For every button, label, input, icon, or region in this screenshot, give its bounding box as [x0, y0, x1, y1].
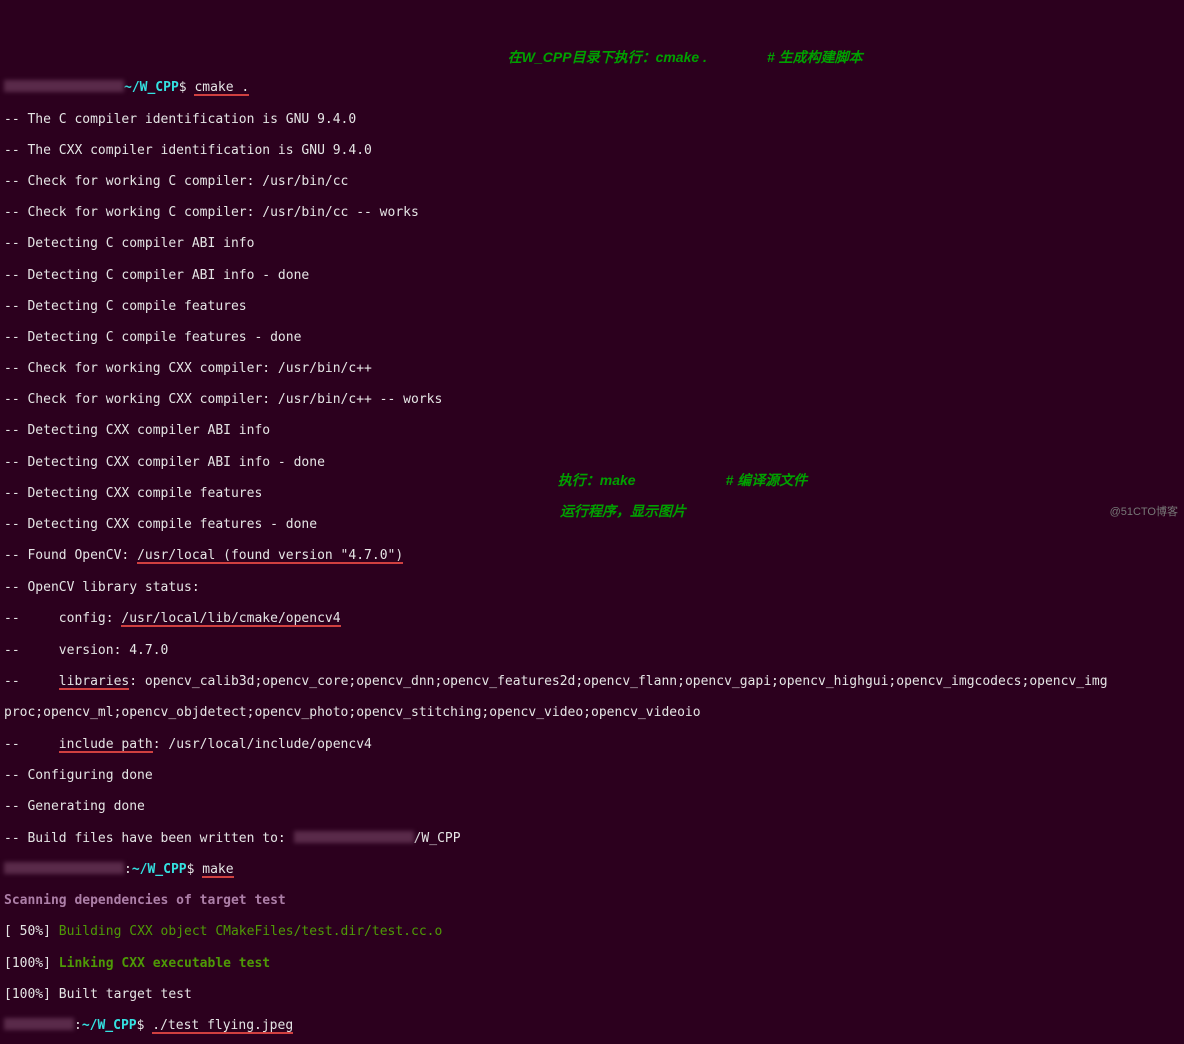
output-line: -- Found OpenCV: /usr/local (found versi… — [4, 548, 1180, 564]
blurred-user-host: xxxxxxx — [4, 1018, 74, 1030]
make-link-line: [100%] Linking CXX executable test — [4, 956, 1180, 972]
blurred-user-host: xxxxxxxxxxxx — [4, 862, 124, 874]
make-built-line: [100%] Built target test — [4, 987, 1180, 1003]
output-line: -- Detecting C compile features — [4, 299, 1180, 315]
prompt-path: ~/W_CPP — [132, 862, 187, 877]
command-make[interactable]: make — [202, 863, 233, 878]
output-line: -- Check for working C compiler: /usr/bi… — [4, 205, 1180, 221]
output-line: -- Check for working CXX compiler: /usr/… — [4, 361, 1180, 377]
output-line: -- The CXX compiler identification is GN… — [4, 143, 1180, 159]
terminal-output: xxxxxxxxxxxx~/W_CPP$ cmake . -- The C co… — [0, 62, 1184, 1044]
blurred-user-host: xxxxxxxxxxxx — [4, 80, 124, 92]
output-line: -- Configuring done — [4, 768, 1180, 784]
output-line: -- Detecting C compiler ABI info — [4, 236, 1180, 252]
command-cmake[interactable]: cmake . — [194, 81, 249, 96]
output-line: proc;opencv_ml;opencv_objdetect;opencv_p… — [4, 705, 1180, 721]
output-line: -- version: 4.7.0 — [4, 643, 1180, 659]
output-line: -- Check for working CXX compiler: /usr/… — [4, 392, 1180, 408]
watermark: @51CTO博客 — [1110, 506, 1178, 519]
command-run-test[interactable]: ./test flying.jpeg — [152, 1019, 293, 1034]
output-line: -- include path: /usr/local/include/open… — [4, 737, 1180, 753]
output-line: -- The C compiler identification is GNU … — [4, 112, 1180, 128]
output-line: -- Detecting C compiler ABI info - done — [4, 268, 1180, 284]
make-build-line: [ 50%] Building CXX object CMakeFiles/te… — [4, 924, 1180, 940]
output-line: -- Detecting CXX compiler ABI info — [4, 423, 1180, 439]
prompt-path: ~/W_CPP — [82, 1018, 137, 1033]
annotation-run: 运行程序，显示图片 — [560, 503, 686, 520]
output-line: -- config: /usr/local/lib/cmake/opencv4 — [4, 611, 1180, 627]
output-line: -- Generating done — [4, 799, 1180, 815]
annotation-cmake: 在W_CPP目录下执行：cmake .# 生成构建脚本 — [500, 32, 863, 66]
output-line: -- Check for working C compiler: /usr/bi… — [4, 174, 1180, 190]
blurred-path: xxxxxxxxxxxx — [294, 831, 414, 843]
make-scan-line: Scanning dependencies of target test — [4, 893, 1180, 909]
output-line: -- libraries: opencv_calib3d;opencv_core… — [4, 674, 1180, 690]
output-line: -- OpenCV library status: — [4, 580, 1180, 596]
output-line: -- Detecting C compile features - done — [4, 330, 1180, 346]
prompt-path: ~/W_CPP — [124, 80, 179, 95]
output-line: -- Build files have been written to: xxx… — [4, 831, 1180, 847]
annotation-make: 执行：make# 编译源文件 — [550, 455, 807, 489]
